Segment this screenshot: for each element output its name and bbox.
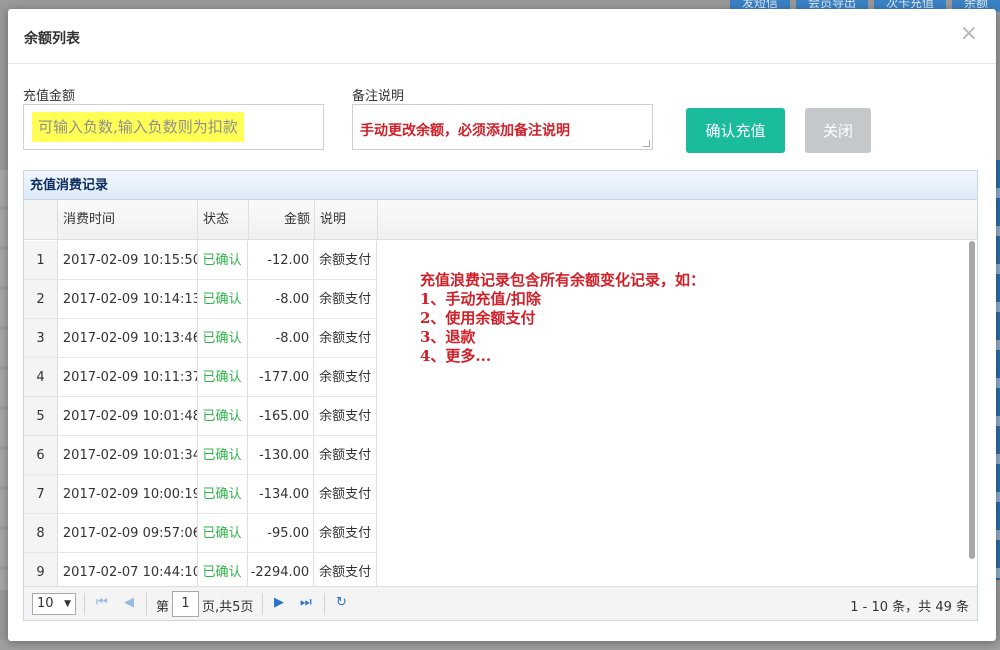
row-amount: -165.00 bbox=[248, 397, 315, 435]
row-amount: -8.00 bbox=[248, 319, 315, 357]
pager-divider bbox=[84, 593, 85, 615]
row-description: 余额支付 bbox=[314, 397, 377, 435]
row-description: 余额支付 bbox=[314, 514, 377, 552]
page-size-select[interactable]: 10 ▼ bbox=[32, 593, 76, 615]
grid-header: 消费时间 状态 金额 说明 bbox=[24, 200, 977, 240]
row-amount: -130.00 bbox=[248, 436, 315, 474]
grid-body: 1 2017-02-09 10:15:50 已确认 -12.00 余额支付 2 … bbox=[24, 241, 377, 592]
table-row[interactable]: 2 2017-02-09 10:14:13 已确认 -8.00 余额支付 bbox=[24, 280, 377, 319]
first-page-icon[interactable]: ⏮ bbox=[96, 595, 108, 610]
grid-scrollbar[interactable] bbox=[969, 241, 975, 559]
modal-header: 余额列表 × bbox=[8, 9, 996, 64]
row-time: 2017-02-09 10:01:34 bbox=[58, 436, 198, 474]
row-description: 余额支付 bbox=[314, 319, 377, 357]
page-number-input[interactable]: 1 bbox=[172, 591, 199, 617]
table-row[interactable]: 1 2017-02-09 10:15:50 已确认 -12.00 余额支付 bbox=[24, 241, 377, 280]
chevron-down-icon: ▼ bbox=[64, 599, 71, 609]
annotation-line: 4、更多... bbox=[420, 347, 492, 365]
pager-divider bbox=[146, 593, 147, 615]
row-description: 余额支付 bbox=[314, 358, 377, 396]
pagination-bar: 10 ▼ ⏮ ◀ 第 1 页,共5页 ▶ ⏭ ↻ 1 - 10 条，共 49 条 bbox=[24, 586, 977, 620]
row-status: 已确认 bbox=[198, 358, 249, 396]
row-time: 2017-02-09 09:57:06 bbox=[58, 514, 198, 552]
row-status: 已确认 bbox=[198, 397, 249, 435]
table-row[interactable]: 3 2017-02-09 10:13:46 已确认 -8.00 余额支付 bbox=[24, 319, 377, 358]
column-header-description[interactable]: 说明 bbox=[315, 200, 378, 239]
refresh-icon[interactable]: ↻ bbox=[336, 595, 347, 610]
row-description: 余额支付 bbox=[314, 475, 377, 513]
table-row[interactable]: 4 2017-02-09 10:11:37 已确认 -177.00 余额支付 bbox=[24, 358, 377, 397]
row-description: 余额支付 bbox=[314, 280, 377, 318]
column-header-status[interactable]: 状态 bbox=[198, 200, 249, 239]
column-header-number bbox=[24, 200, 58, 239]
background-page-right bbox=[996, 160, 1000, 580]
prev-page-icon[interactable]: ◀ bbox=[124, 595, 134, 610]
row-status: 已确认 bbox=[198, 475, 249, 513]
page-size-value: 10 bbox=[37, 596, 54, 611]
recharge-form: 充值金额 可输入负数,输入负数则为扣款 备注说明 手动更改余额，必须添加备注说明… bbox=[23, 85, 981, 155]
pager-info: 1 - 10 条，共 49 条 bbox=[850, 600, 969, 615]
annotation-line: 3、退款 bbox=[420, 328, 476, 346]
background-page-bottom bbox=[0, 640, 1000, 650]
table-row[interactable]: 6 2017-02-09 10:01:34 已确认 -130.00 余额支付 bbox=[24, 436, 377, 475]
background-page-left bbox=[0, 170, 8, 590]
confirm-recharge-button[interactable]: 确认充值 bbox=[686, 108, 785, 153]
note-text: 手动更改余额，必须添加备注说明 bbox=[360, 123, 570, 139]
row-amount: -177.00 bbox=[248, 358, 315, 396]
page-total: 页,共5页 bbox=[202, 600, 254, 615]
row-amount: -12.00 bbox=[248, 241, 315, 279]
row-status: 已确认 bbox=[198, 436, 249, 474]
recharge-records-grid: 充值消费记录 消费时间 状态 金额 说明 1 2017-02-09 10:15:… bbox=[23, 170, 978, 621]
amount-placeholder: 可输入负数,输入负数则为扣款 bbox=[32, 112, 244, 142]
balance-list-modal: 余额列表 × 充值金额 可输入负数,输入负数则为扣款 备注说明 手动更改余额，必… bbox=[8, 9, 996, 641]
row-time: 2017-02-09 10:01:48 bbox=[58, 397, 198, 435]
row-number: 6 bbox=[24, 436, 58, 474]
row-number: 1 bbox=[24, 241, 58, 279]
row-number: 8 bbox=[24, 514, 58, 552]
last-page-icon[interactable]: ⏭ bbox=[300, 595, 312, 610]
row-number: 4 bbox=[24, 358, 58, 396]
note-textarea[interactable]: 手动更改余额，必须添加备注说明 bbox=[352, 104, 653, 150]
pager-divider bbox=[262, 593, 263, 615]
page-prefix: 第 bbox=[156, 600, 170, 615]
row-status: 已确认 bbox=[198, 319, 249, 357]
row-status: 已确认 bbox=[198, 280, 249, 318]
row-status: 已确认 bbox=[198, 241, 249, 279]
table-row[interactable]: 5 2017-02-09 10:01:48 已确认 -165.00 余额支付 bbox=[24, 397, 377, 436]
row-amount: -8.00 bbox=[248, 280, 315, 318]
row-number: 2 bbox=[24, 280, 58, 318]
row-number: 7 bbox=[24, 475, 58, 513]
note-label: 备注说明 bbox=[352, 89, 405, 104]
row-time: 2017-02-09 10:11:37 bbox=[58, 358, 198, 396]
next-page-icon[interactable]: ▶ bbox=[274, 595, 284, 610]
close-icon[interactable]: × bbox=[960, 23, 978, 45]
row-description: 余额支付 bbox=[314, 436, 377, 474]
row-number: 3 bbox=[24, 319, 58, 357]
row-time: 2017-02-09 10:00:19 bbox=[58, 475, 198, 513]
row-time: 2017-02-09 10:14:13 bbox=[58, 280, 198, 318]
column-header-amount[interactable]: 金额 bbox=[249, 200, 315, 239]
modal-title: 余额列表 bbox=[24, 31, 80, 47]
column-header-time[interactable]: 消费时间 bbox=[58, 200, 198, 239]
close-button[interactable]: 关闭 bbox=[805, 108, 871, 153]
row-description: 余额支付 bbox=[314, 241, 377, 279]
records-annotation: 充值浪费记录包含所有余额变化记录，如： 1、手动充值/扣除 2、使用余额支付 3… bbox=[420, 271, 705, 366]
table-row[interactable]: 8 2017-02-09 09:57:06 已确认 -95.00 余额支付 bbox=[24, 514, 377, 553]
amount-label: 充值金额 bbox=[23, 89, 76, 104]
annotation-line: 充值浪费记录包含所有余额变化记录，如： bbox=[420, 271, 706, 289]
row-time: 2017-02-09 10:13:46 bbox=[58, 319, 198, 357]
row-time: 2017-02-09 10:15:50 bbox=[58, 241, 198, 279]
row-status: 已确认 bbox=[198, 514, 249, 552]
resize-grip-icon[interactable] bbox=[643, 140, 650, 147]
annotation-line: 2、使用余额支付 bbox=[420, 309, 536, 327]
amount-input[interactable]: 可输入负数,输入负数则为扣款 bbox=[23, 104, 324, 150]
pager-divider bbox=[324, 593, 325, 615]
annotation-line: 1、手动充值/扣除 bbox=[420, 290, 541, 308]
row-number: 5 bbox=[24, 397, 58, 435]
table-row[interactable]: 7 2017-02-09 10:00:19 已确认 -134.00 余额支付 bbox=[24, 475, 377, 514]
row-amount: -134.00 bbox=[248, 475, 315, 513]
row-amount: -95.00 bbox=[248, 514, 315, 552]
grid-title: 充值消费记录 bbox=[24, 171, 977, 200]
